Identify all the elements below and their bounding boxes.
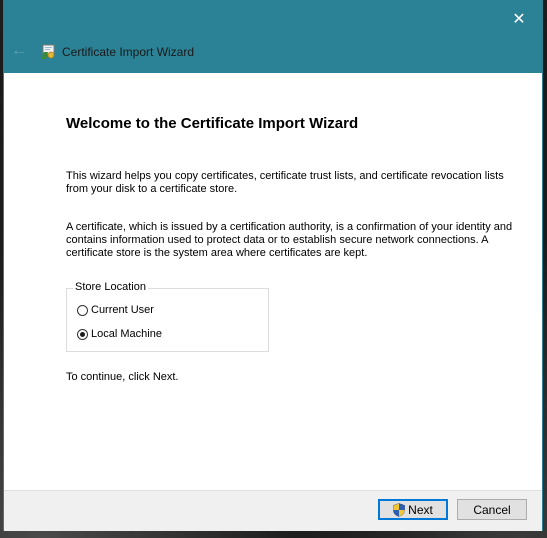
button-bar: Next Cancel	[4, 490, 542, 531]
uac-shield-icon	[393, 502, 405, 517]
radio-button-checked[interactable]	[77, 328, 88, 340]
page-heading: Welcome to the Certificate Import Wizard	[66, 115, 359, 132]
intro-paragraph: This wizard helps you copy certificates,…	[66, 170, 504, 195]
local-machine-radio[interactable]: Local Machine	[77, 328, 162, 340]
certificate-description: A certificate, which is issued by a cert…	[66, 221, 513, 259]
back-arrow-icon: ←	[11, 42, 27, 59]
close-button[interactable]: ✕	[496, 0, 542, 38]
current-user-radio[interactable]: Current User	[77, 304, 154, 316]
next-label: Next	[408, 502, 433, 517]
certificate-import-wizard-window: ✕ ← Certificate Import Wizard Welcome to…	[4, 0, 542, 531]
window-title: Certificate Import Wizard	[62, 45, 195, 59]
certificate-wizard-icon	[41, 44, 55, 59]
local-machine-label: Local Machine	[91, 328, 162, 340]
cancel-button[interactable]: Cancel	[457, 499, 527, 520]
title-bar: ✕ ← Certificate Import Wizard	[4, 0, 542, 73]
back-button[interactable]: ←	[9, 40, 29, 62]
current-user-label: Current User	[91, 304, 154, 316]
store-location-group: Store Location Current User Local Machin…	[66, 281, 269, 352]
radio-button-unchecked[interactable]	[77, 304, 88, 316]
next-button[interactable]: Next	[378, 499, 448, 520]
wizard-content: Welcome to the Certificate Import Wizard…	[4, 73, 542, 490]
store-location-legend: Store Location	[73, 281, 148, 293]
cancel-label: Cancel	[473, 502, 511, 517]
close-icon: ✕	[512, 11, 526, 28]
continue-instruction: To continue, click Next.	[66, 371, 179, 383]
